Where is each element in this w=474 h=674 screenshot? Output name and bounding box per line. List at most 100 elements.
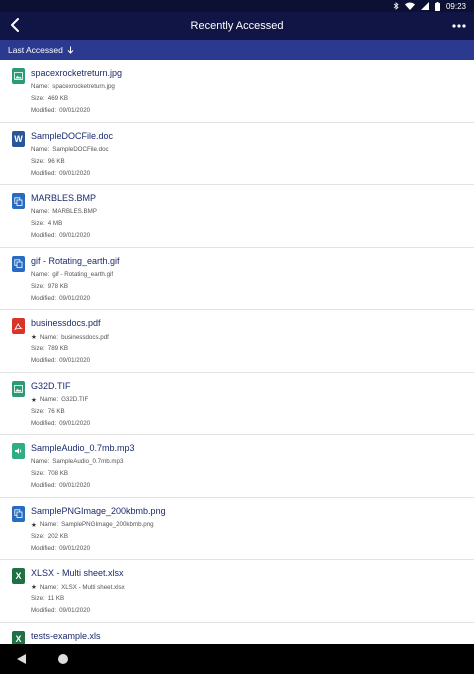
status-icons: 09:23 [393,0,466,12]
name-label: Name: [39,333,59,341]
modified-value: 09/01/2020 [59,169,91,177]
file-title[interactable]: spacexrocketreturn.jpg [31,68,122,78]
file-title[interactable]: SamplePNGImage_200kbmb.png [31,506,166,516]
modified-value: 09/01/2020 [59,357,91,364]
name-value: gif - Rotating_earth.gif [52,270,114,278]
name-value: spacexrocketreturn.jpg [52,83,115,90]
modified-label: Modified: [31,169,57,177]
name-value: businessdocs.pdf [61,333,109,341]
file-modified-line: Modified: 09/01/2020 [31,420,90,427]
file-name-line: ★ Name: SamplePNGImage_200kbmb.png [31,521,154,529]
file-title[interactable]: gif - Rotating_earth.gif [31,256,120,266]
file-title[interactable]: businessdocs.pdf [31,318,101,328]
battery-icon [434,1,440,11]
page-title: Recently Accessed [190,20,284,32]
size-label: Size: [31,470,45,477]
clock: 09:23 [445,1,466,11]
generic-file-icon [12,193,25,209]
file-row[interactable]: Xtests-example.xls [0,623,474,644]
modified-label: Modified: [31,107,57,114]
file-row[interactable]: G32D.TIF ★ Name: G32D.TIF Size: 76 KB Modified… [0,373,474,435]
pdf-file-icon [12,318,25,334]
size-value: 469 KB [47,95,69,102]
file-title[interactable]: MARBLES.BMP [31,193,96,203]
file-size-line: Size: 76 KB [31,408,65,415]
size-value: 789 KB [47,345,69,352]
modified-value: 09/01/2020 [59,419,91,427]
file-title[interactable]: XLSX - Multi sheet.xlsx [31,568,124,578]
file-size-line: Size: 469 KB [31,95,68,102]
file-size-line: Size: 789 KB [31,345,68,352]
file-name-line: ★ Name: G32D.TIF [31,396,88,404]
file-row[interactable]: SamplePNGImage_200kbmb.png ★ Name: SamplePN… [0,498,474,560]
circle-home-icon [58,654,68,664]
file-name-line: ★ Name: XLSX - Multi sheet.xlsx [31,583,125,592]
size-label: Size: [31,95,45,102]
name-value: MARBLES.BMP [52,208,97,215]
image-file-icon [12,68,25,84]
modified-label: Modified: [31,232,57,239]
file-name-line: Name: spacexrocketreturn.jpg [31,83,115,90]
file-row[interactable]: gif - Rotating_earth.gif Name: gif - Rotat… [0,248,474,310]
file-modified-line: Modified: 09/01/2020 [31,545,90,552]
more-options-button[interactable] [448,15,470,37]
size-value: 76 KB [47,407,65,415]
file-size-line: Size: 96 KB [31,158,65,165]
file-modified-line: Modified: 09/01/2020 [31,232,90,239]
name-value: G32D.TIF [61,396,89,403]
name-value: XLSX - Multi sheet.xlsx [61,583,125,591]
nav-home-button[interactable] [53,649,73,669]
file-list: spacexrocketreturn.jpg Name: spacexrocketr… [0,60,474,644]
name-label: Name: [39,521,59,528]
modified-label: Modified: [31,482,57,489]
file-title[interactable]: G32D.TIF [31,381,71,391]
modified-label: Modified: [31,544,57,552]
file-title[interactable]: tests-example.xls [31,631,101,641]
arrow-down-icon [67,46,74,54]
size-value: 202 KB [47,532,69,540]
file-modified-line: Modified: 09/01/2020 [31,482,90,489]
size-label: Size: [31,345,45,352]
file-row[interactable]: businessdocs.pdf ★ Name: businessdocs.pdf Si… [0,310,474,373]
size-value: 11 KB [47,595,65,602]
file-modified-line: Modified: 09/01/2020 [31,170,90,177]
sort-label: Last Accessed [8,45,63,55]
modified-value: 09/01/2020 [59,482,91,489]
file-size-line: Size: 202 KB [31,533,68,540]
size-value: 4 MB [47,220,63,227]
modified-value: 09/01/2020 [59,232,91,239]
modified-value: 09/01/2020 [59,294,91,302]
file-name-line: ★ Name: businessdocs.pdf [31,333,109,342]
file-row[interactable]: SampleAudio_0.7mb.mp3 Name: SampleAudio_0.… [0,435,474,498]
image-file-icon [12,380,25,397]
file-size-line: Size: 4 MB [31,220,62,227]
file-row[interactable]: spacexrocketreturn.jpg Name: spacexrocketr… [0,60,474,123]
modified-label: Modified: [31,419,57,427]
size-label: Size: [31,282,45,290]
sort-bar: Last Accessed [0,40,474,60]
more-horizontal-icon [452,24,466,28]
file-row[interactable]: X XLSX - Multi sheet.xlsx ★ Name: XLSX - Mul… [0,560,474,623]
file-title[interactable]: SampleDOCFile.doc [31,131,113,141]
name-value: SampleDOCFile.doc [52,145,109,153]
modified-value: 09/01/2020 [59,107,91,114]
excel-file-icon: X [12,568,25,584]
size-label: Size: [31,157,45,165]
modified-label: Modified: [31,607,57,614]
file-size-line: Size: 11 KB [31,595,64,602]
file-row[interactable]: W SampleDOCFile.doc Name: SampleDOCFile.doc… [0,123,474,185]
sort-dropdown[interactable]: Last Accessed [8,40,74,60]
file-row[interactable]: MARBLES.BMP Name: MARBLES.BMP Size: 4 MB Modi… [0,185,474,248]
app-bar: Recently Accessed [0,12,474,40]
size-value: 978 KB [47,282,69,290]
modified-value: 09/01/2020 [59,607,91,614]
status-bar: 09:23 [0,0,474,12]
name-value: SampleAudio_0.7mb.mp3 [52,458,124,465]
star-icon: ★ [31,396,37,404]
nav-back-button[interactable] [11,649,31,669]
file-title[interactable]: SampleAudio_0.7mb.mp3 [31,443,135,453]
file-name-line: Name: SampleDOCFile.doc [31,146,109,153]
file-name-line: Name: SampleAudio_0.7mb.mp3 [31,458,123,465]
wifi-icon [404,2,415,10]
file-modified-line: Modified: 09/01/2020 [31,295,90,302]
